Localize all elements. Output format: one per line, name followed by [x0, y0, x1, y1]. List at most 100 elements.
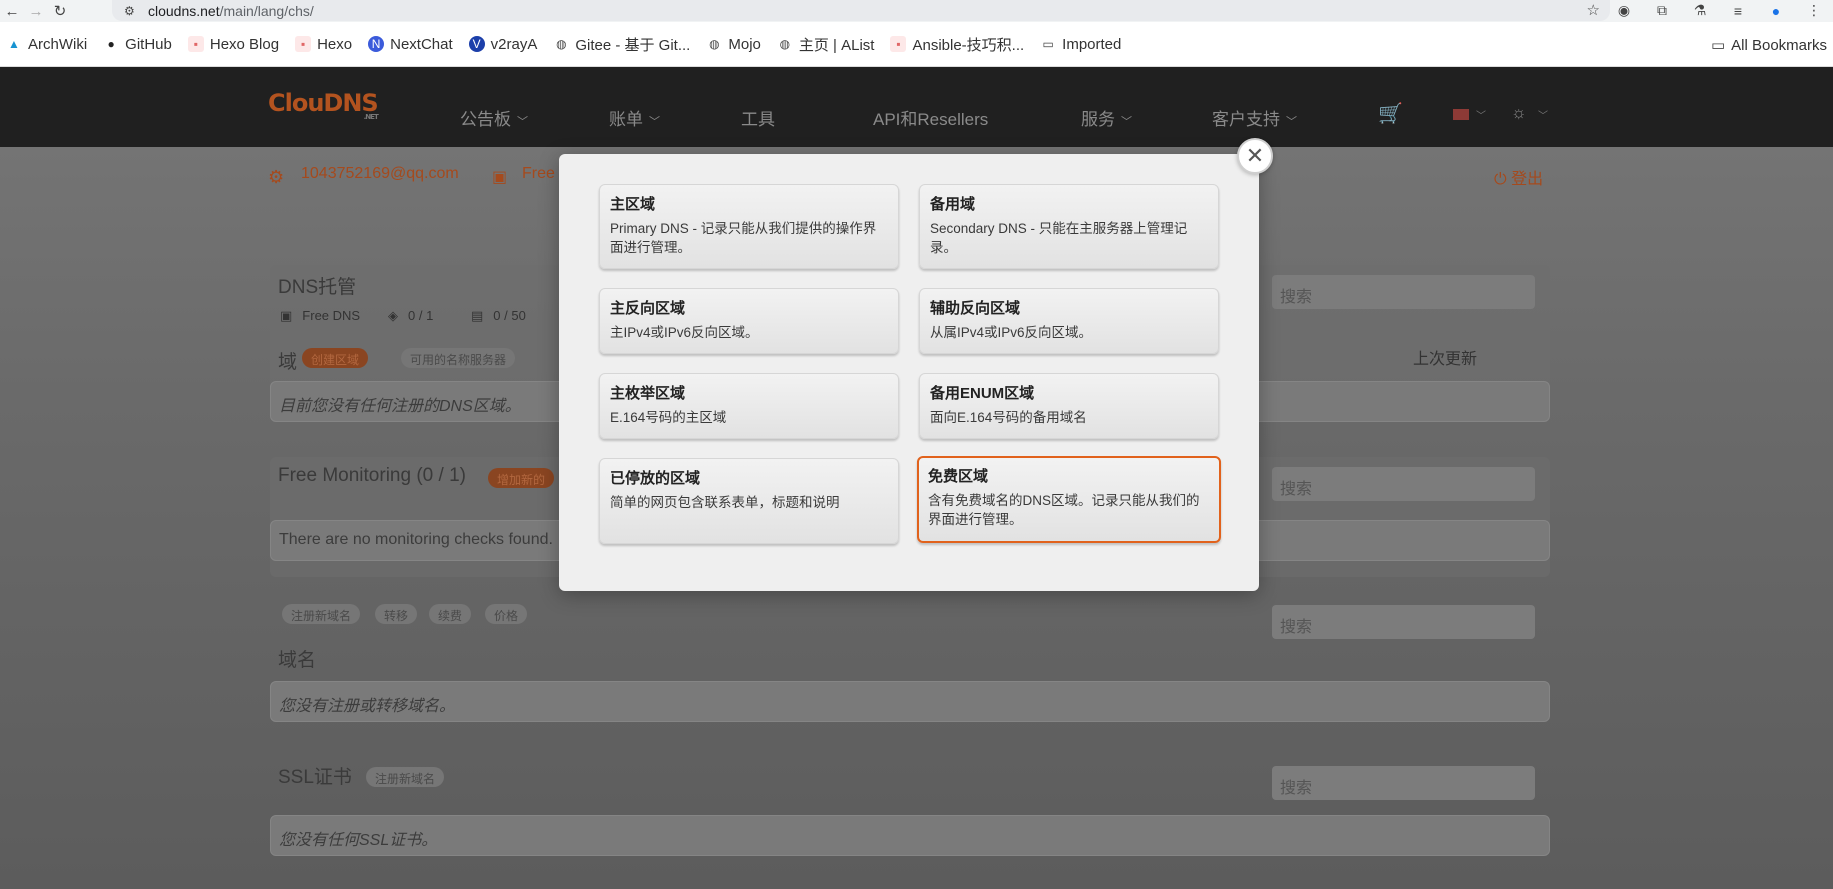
- chevron-down-icon: ﹀: [1538, 111, 1548, 122]
- theme-sun-icon[interactable]: ☼: [1511, 103, 1527, 123]
- dns-plan-meta: ▣ Free DNS: [280, 308, 361, 323]
- back-icon[interactable]: ←: [0, 1, 24, 21]
- power-icon: ⏻: [1494, 171, 1512, 188]
- globe-icon: ◍: [779, 37, 791, 51]
- cart-icon[interactable]: 🛒: [1378, 101, 1403, 126]
- tab-transfer[interactable]: 转移: [375, 604, 418, 624]
- zone-option-parked[interactable]: 已停放的区域 简单的网页包含联系表单，标题和说明: [599, 458, 899, 544]
- zone-option-desc: 从属IPv4或IPv6反向区域。: [930, 325, 1093, 340]
- gear-icon[interactable]: ⚙: [268, 167, 284, 188]
- records-icon: ▤: [471, 308, 484, 323]
- hexo-icon: ▪: [295, 36, 312, 52]
- bookmark-folder-imported[interactable]: ▭ Imported: [1040, 36, 1122, 53]
- chevron-down-icon: ﹀: [649, 116, 660, 128]
- zone-option-secondary[interactable]: 备用域 Secondary DNS - 只能在主服务器上管理记录。: [919, 184, 1219, 269]
- zone-option-desc: Primary DNS - 记录只能从我们提供的操作界面进行管理。: [610, 221, 877, 255]
- bookmark-gitee[interactable]: ◍ Gitee - 基于 Git...: [553, 34, 690, 55]
- dns-hosting-title: DNS托管: [278, 277, 357, 298]
- bookmark-hexo[interactable]: ▪ Hexo: [295, 36, 352, 53]
- domains-search-input[interactable]: 搜索: [1272, 605, 1535, 639]
- cloudns-logo[interactable]: ClouDNS .NET: [268, 89, 379, 121]
- plan-label[interactable]: Free: [522, 165, 555, 183]
- nav-billing[interactable]: 账单 ﹀: [609, 105, 660, 130]
- bookmark-ansible[interactable]: ▪ Ansible-技巧积...: [890, 34, 1024, 55]
- domains-label: 域: [278, 352, 298, 373]
- bookmarks-bar: ▲ ArchWiki ● GitHub ▪ Hexo Blog ▪ Hexo N Next…: [0, 22, 1833, 67]
- create-zone-button[interactable]: 创建区域: [302, 348, 369, 368]
- monitoring-search-input[interactable]: 搜索: [1272, 467, 1535, 501]
- zones-count-meta: ◈ 0 / 1: [388, 308, 434, 323]
- bookmark-star-icon[interactable]: ☆: [1587, 1, 1600, 19]
- modal-close-button[interactable]: ✕: [1237, 138, 1273, 174]
- v2raya-icon: V: [468, 36, 485, 52]
- nav-support[interactable]: 客户支持 ﹀: [1212, 105, 1297, 130]
- tab-register-domain[interactable]: 注册新域名: [282, 604, 361, 624]
- bookmark-mojo[interactable]: ◍ Mojo: [706, 36, 761, 53]
- bookmark-alist[interactable]: ◍ 主页 | AList: [777, 34, 875, 55]
- zone-option-primary-reverse[interactable]: 主反向区域 主IPv4或IPv6反向区域。: [599, 288, 899, 354]
- zone-option-primary-enum[interactable]: 主枚举区域 E.164号码的主区域: [599, 373, 899, 439]
- forward-icon[interactable]: →: [24, 1, 48, 21]
- zone-option-primary[interactable]: 主区域 Primary DNS - 记录只能从我们提供的操作界面进行管理。: [599, 184, 899, 269]
- url-text: cloudns.net/main/lang/chs/: [148, 2, 314, 19]
- zone-option-desc: 简单的网页包含联系表单，标题和说明: [610, 495, 840, 510]
- menu-kebab-icon[interactable]: ⋮: [1795, 2, 1833, 19]
- zone-option-title: 辅助反向区域: [930, 300, 1021, 317]
- ssl-register-button[interactable]: 注册新域名: [366, 767, 445, 787]
- ssl-search-input[interactable]: 搜索: [1272, 766, 1535, 800]
- bookmark-archwiki[interactable]: ▲ ArchWiki: [6, 36, 87, 53]
- tab-pricing[interactable]: 价格: [485, 604, 528, 624]
- zone-option-secondary-reverse[interactable]: 辅助反向区域 从属IPv4或IPv6反向区域。: [919, 288, 1219, 354]
- zone-option-title: 主区域: [610, 196, 656, 213]
- incognito-extension-icon[interactable]: ◉: [1605, 2, 1643, 19]
- layers-icon: ◈: [388, 308, 398, 323]
- archwiki-icon: ▲: [8, 37, 20, 51]
- nav-api-resellers[interactable]: API和Resellers: [873, 105, 988, 130]
- ssl-title: SSL证书: [278, 767, 352, 788]
- nav-bulletin[interactable]: 公告板 ﹀: [460, 105, 528, 130]
- chevron-down-icon: ﹀: [1476, 111, 1486, 122]
- zone-option-secondary-enum[interactable]: 备用ENUM区域 面向E.164号码的备用域名: [919, 373, 1219, 439]
- extensions-area: ◉ ⧉ ⚗ ≡ ● ⋮: [1605, 0, 1833, 21]
- labs-flask-icon[interactable]: ⚗: [1681, 2, 1719, 19]
- address-bar[interactable]: ⚙ cloudns.net/main/lang/chs/ ☆: [112, 0, 1610, 21]
- media-controls-icon[interactable]: ≡: [1719, 3, 1757, 19]
- language-flag-icon[interactable]: [1453, 109, 1469, 120]
- bookmark-v2raya[interactable]: Vv2rayA: [468, 36, 537, 53]
- chevron-down-icon: ﹀: [517, 116, 528, 128]
- github-icon: ●: [107, 37, 115, 51]
- add-monitoring-button[interactable]: 增加新的: [488, 468, 555, 488]
- zone-type-modal: 主区域 Primary DNS - 记录只能从我们提供的操作界面进行管理。 备用…: [559, 154, 1259, 591]
- domains-title: 域名: [278, 650, 317, 671]
- zone-option-title: 已停放的区域: [610, 470, 701, 487]
- tab-renew[interactable]: 续费: [429, 604, 472, 624]
- last-update-column[interactable]: 上次更新: [1413, 345, 1477, 369]
- site-info-icon[interactable]: ⚙: [124, 4, 138, 18]
- browser-toolbar: ← → ↻ ⚙ cloudns.net/main/lang/chs/ ☆ ◉ ⧉…: [0, 0, 1833, 22]
- profile-avatar-icon[interactable]: ●: [1757, 3, 1795, 19]
- available-ns-button[interactable]: 可用的名称服务器: [401, 348, 516, 368]
- extensions-puzzle-icon[interactable]: ⧉: [1643, 2, 1681, 19]
- zone-option-free[interactable]: 免费区域 含有免费域名的DNS区域。记录只能从我们的界面进行管理。: [917, 456, 1221, 543]
- user-email[interactable]: 1043752169@qq.com: [301, 165, 459, 183]
- ssl-empty-message: 您没有任何SSL证书。: [270, 815, 1550, 856]
- logout-button[interactable]: ⏻ 登出: [1494, 165, 1543, 189]
- nextchat-icon: N: [368, 36, 385, 52]
- chevron-down-icon: ﹀: [1286, 116, 1297, 128]
- folder-icon: ▭: [1710, 37, 1726, 54]
- all-bookmarks-button[interactable]: ▭ All Bookmarks: [1710, 36, 1827, 55]
- zone-option-title: 主反向区域: [610, 300, 686, 317]
- monitoring-title: Free Monitoring (0 / 1): [278, 465, 466, 486]
- close-icon: ✕: [1245, 143, 1265, 168]
- nav-services[interactable]: 服务 ﹀: [1081, 105, 1132, 130]
- dns-search-input[interactable]: 搜索: [1272, 275, 1535, 309]
- nav-tools[interactable]: 工具: [741, 105, 775, 130]
- bookmark-hexo-blog[interactable]: ▪ Hexo Blog: [187, 36, 279, 53]
- plan-badge-icon: ▣: [492, 169, 508, 186]
- zone-option-title: 备用ENUM区域: [930, 385, 1035, 402]
- bookmark-github[interactable]: ● GitHub: [103, 36, 172, 53]
- zone-option-desc: Secondary DNS - 只能在主服务器上管理记录。: [930, 221, 1188, 255]
- bookmark-nextchat[interactable]: N NextChat: [368, 36, 453, 53]
- plan-badge-icon: ▣: [280, 308, 293, 323]
- reload-icon[interactable]: ↻: [48, 1, 72, 21]
